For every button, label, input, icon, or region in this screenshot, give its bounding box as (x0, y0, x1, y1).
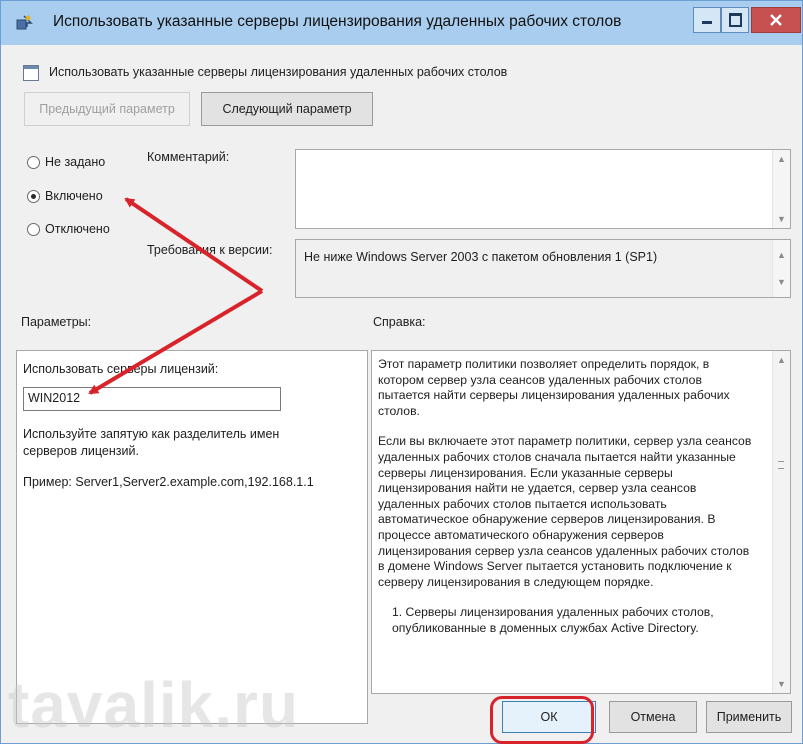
arrow-to-servers-input (88, 289, 264, 395)
annotation-arrows (88, 197, 264, 395)
arrow-to-enabled (124, 197, 264, 293)
